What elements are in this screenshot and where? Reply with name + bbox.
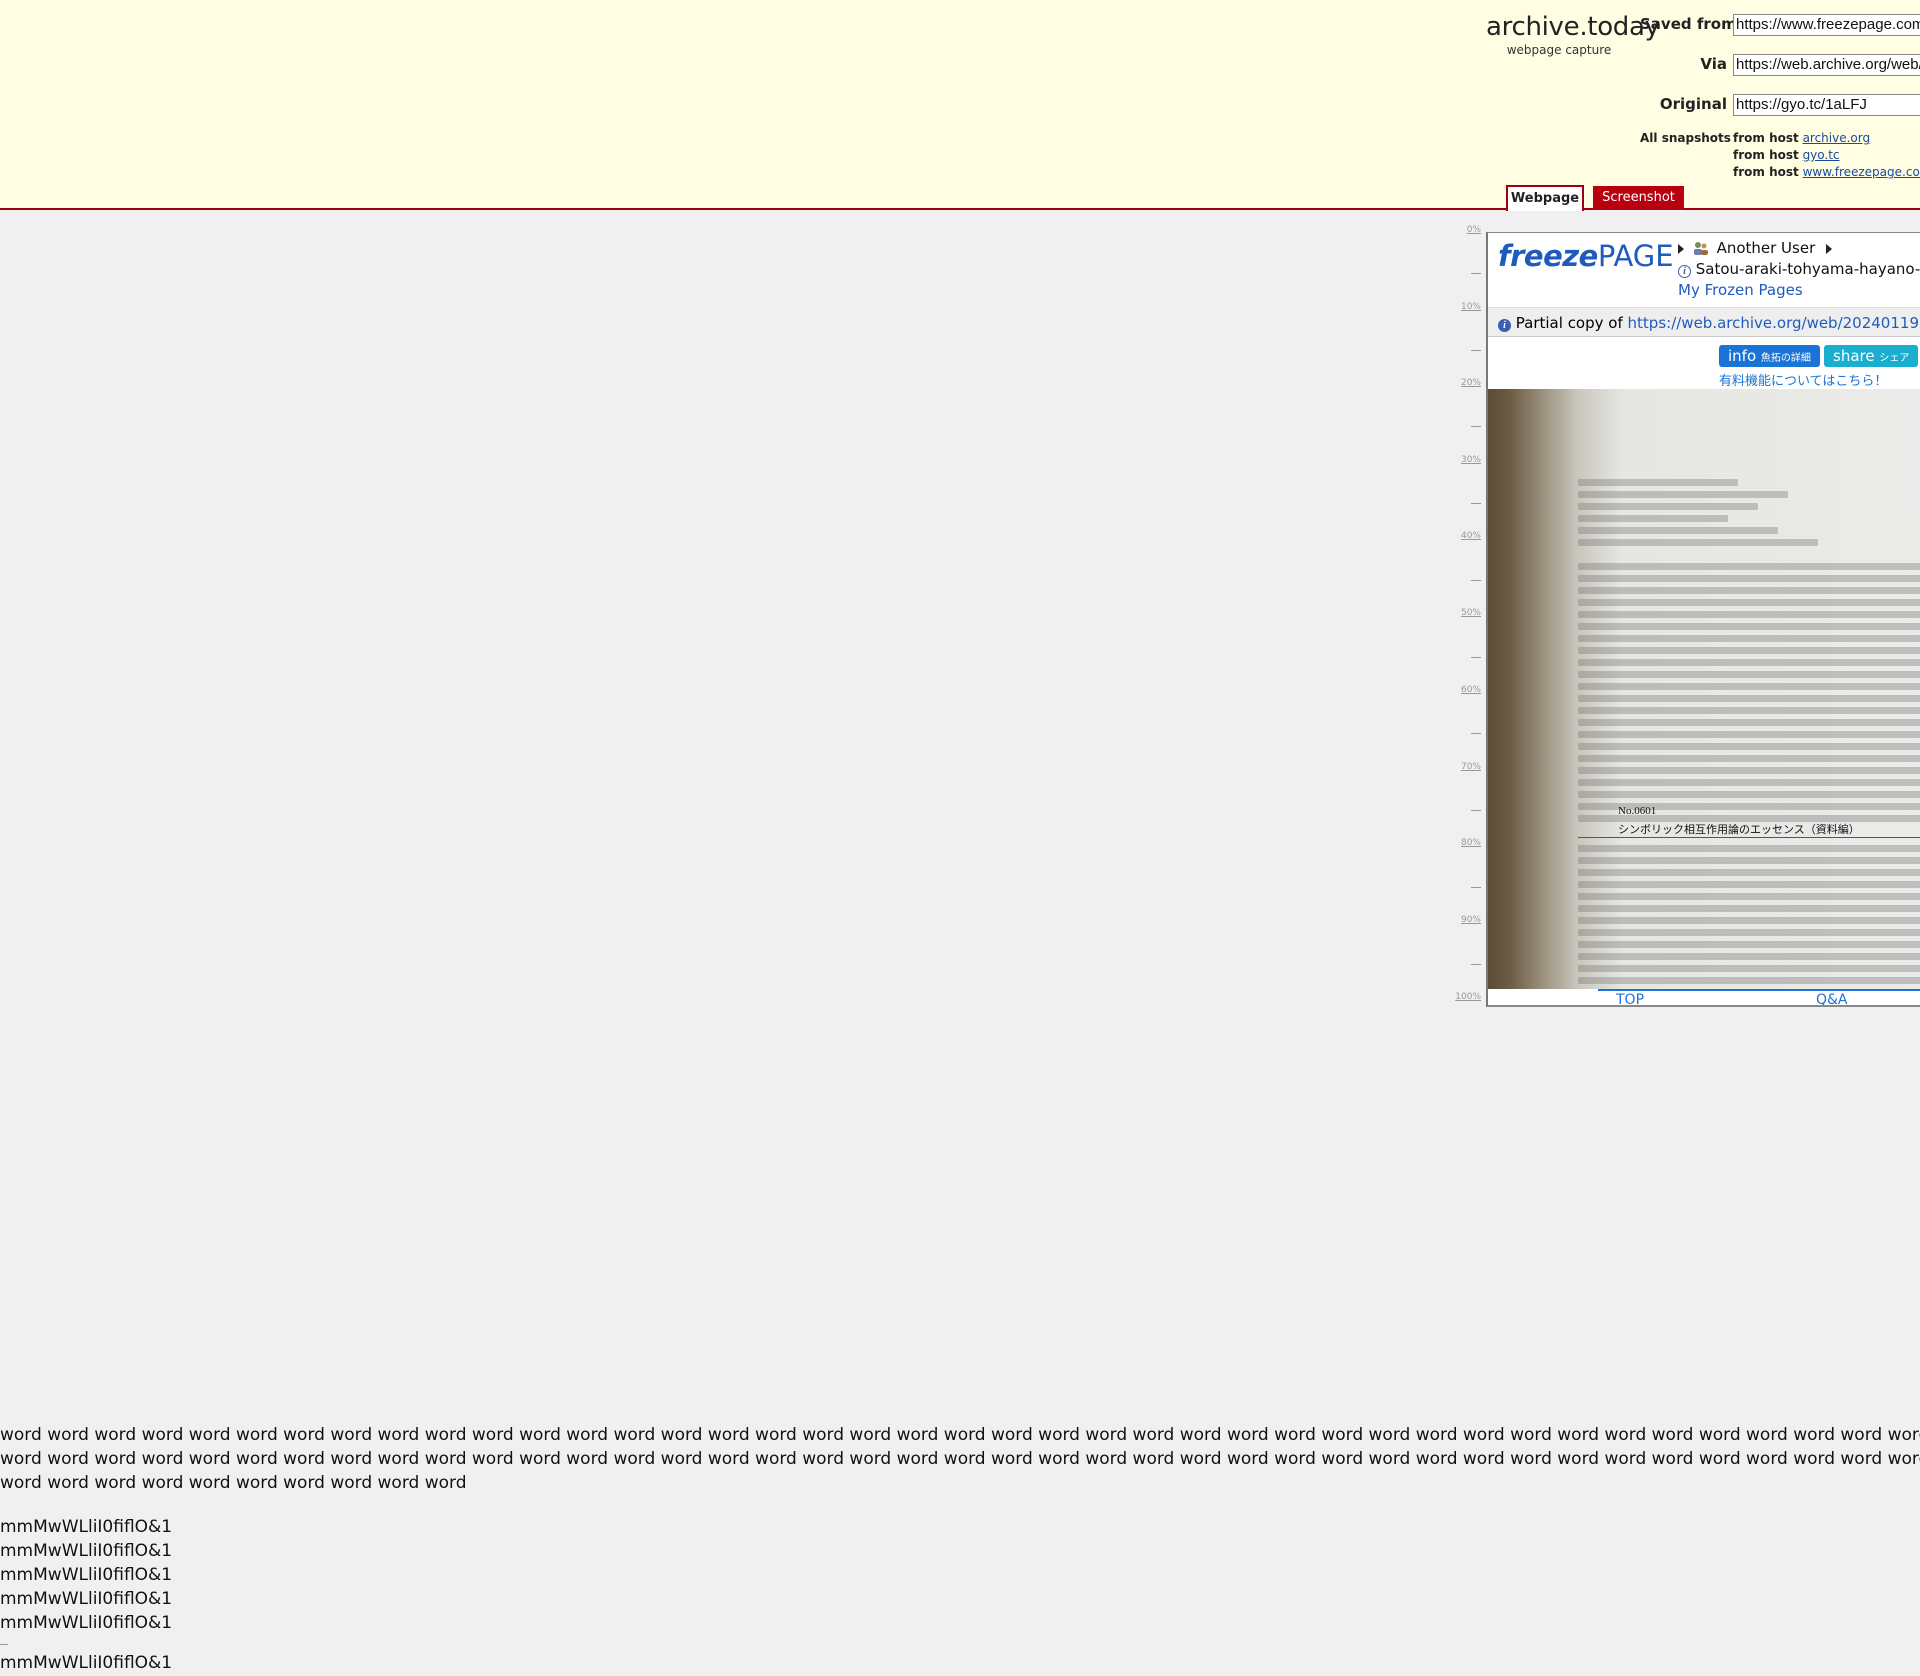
nav-top-link[interactable]: TOP xyxy=(1616,992,1644,1005)
snapshot-row-gyo-tc: from host gyo.tc xyxy=(1733,148,1840,162)
snapshot-prefix: from host xyxy=(1733,165,1799,179)
frozen-file-name: Satou-araki-tohyama-hayano-koro xyxy=(1695,260,1920,278)
word-line: word word word word word word word word … xyxy=(0,1425,1920,1445)
scanned-document-image: No.0601 シンボリック相互作用論のエッセンス（資料編） xyxy=(1488,389,1920,989)
ruler-dash xyxy=(1471,887,1481,888)
glyph-line: mmMwWLliI0fiflO&1 xyxy=(0,1653,173,1673)
file-row: i Satou-araki-tohyama-hayano-koro xyxy=(1678,260,1920,278)
glyph-line: mmMwWLliI0fiflO&1 xyxy=(0,1541,173,1561)
logo-part-page: PAGE xyxy=(1597,239,1674,273)
tab-screenshot[interactable]: Screenshot xyxy=(1593,186,1684,210)
ruler-tick[interactable]: 80% xyxy=(1451,838,1481,848)
document-info-icon: i xyxy=(1678,265,1691,278)
info-icon: i xyxy=(1498,319,1511,332)
glyph-line: mmMwWLliI0fiflO&1 xyxy=(0,1565,173,1585)
paid-features-link[interactable]: 有料機能についてはこちら！ xyxy=(1719,370,1887,389)
archive-logo-subtitle: webpage capture xyxy=(1506,43,1612,57)
ruler-tick[interactable]: 20% xyxy=(1451,378,1481,388)
ruler-tick[interactable]: 10% xyxy=(1451,302,1481,312)
info-button[interactable]: info 魚拓の詳細 xyxy=(1719,345,1820,367)
ruler-dash xyxy=(1471,810,1481,811)
glyph-line: mmMwWLliI0fiflO&1 xyxy=(0,1613,173,1633)
partial-copy-bar: i Partial copy of https://web.archive.or… xyxy=(1488,307,1920,337)
glyph-test-block: mmMwWLliI0fiflO&1 mmMwWLliI0fiflO&1 mmMw… xyxy=(0,1515,172,1675)
saved-from-label: Saved from xyxy=(1640,15,1737,33)
ruler-dash xyxy=(1471,273,1481,274)
ruler-tick[interactable]: 100% xyxy=(1451,992,1481,1002)
ruler-tick[interactable]: 30% xyxy=(1451,455,1481,465)
ruler-tick[interactable]: 50% xyxy=(1451,608,1481,618)
word-line: word word word word word word word word … xyxy=(0,1449,1920,1469)
all-snapshots-label: All snapshots xyxy=(1640,131,1731,145)
ruler-tick[interactable]: 60% xyxy=(1451,685,1481,695)
snapshot-host-link[interactable]: gyo.tc xyxy=(1803,148,1840,162)
ruler-dash xyxy=(1471,733,1481,734)
snapshot-prefix: from host xyxy=(1733,148,1799,162)
ruler-tick[interactable]: 0% xyxy=(1451,225,1481,235)
ruler-dash xyxy=(1471,426,1481,427)
share-button-sublabel: シェア xyxy=(1879,353,1910,364)
snapshot-host-link[interactable]: archive.org xyxy=(1803,131,1871,145)
archive-logo-text[interactable]: archive.today xyxy=(1486,12,1660,42)
ruler-dash xyxy=(1471,350,1481,351)
users-icon xyxy=(1693,242,1708,255)
via-label: Via xyxy=(1700,55,1727,73)
ruler-tick[interactable]: 90% xyxy=(1451,915,1481,925)
word-line: word word word word word word word word … xyxy=(0,1473,467,1493)
ruler-tick[interactable]: 70% xyxy=(1451,762,1481,772)
ruler-dash xyxy=(1471,580,1481,581)
tab-webpage[interactable]: Webpage xyxy=(1506,185,1584,211)
user-name[interactable]: Another User xyxy=(1717,239,1816,257)
separator xyxy=(0,1644,8,1645)
snapshot-host-link[interactable]: www.freezepage.com xyxy=(1803,165,1920,179)
snapshot-row-archive-org: from host archive.org xyxy=(1733,131,1870,145)
snapshot-prefix: from host xyxy=(1733,131,1799,145)
freezepage-logo[interactable]: freezePAGE xyxy=(1498,239,1674,273)
original-field[interactable]: https://gyo.tc/1aLFJ xyxy=(1733,94,1920,116)
word-paragraph: word word word word word word word word … xyxy=(0,1423,1920,1495)
share-button-label: share xyxy=(1833,347,1875,365)
archive-header: archive.today webpage capture Saved from… xyxy=(0,0,1920,211)
snapshot-row-freezepage: from host www.freezepage.com xyxy=(1733,165,1920,179)
info-button-label: info xyxy=(1728,347,1757,365)
play-triangle-icon xyxy=(1678,243,1684,254)
logo-part-freeze: freeze xyxy=(1498,239,1598,273)
my-frozen-pages-link[interactable]: My Frozen Pages xyxy=(1678,281,1803,299)
play-triangle-icon xyxy=(1826,243,1833,254)
partial-copy-link[interactable]: https://web.archive.org/web/202401190110… xyxy=(1628,314,1920,332)
ruler-dash xyxy=(1471,503,1481,504)
ruler-dash xyxy=(1471,657,1481,658)
archive-brand[interactable]: archive.today webpage capture xyxy=(1486,12,1660,57)
nav-qa-link[interactable]: Q&A xyxy=(1816,992,1848,1005)
user-row: Another User xyxy=(1678,239,1833,257)
via-field[interactable]: https://web.archive.org/web/2 xyxy=(1733,54,1920,76)
info-button-sublabel: 魚拓の詳細 xyxy=(1760,353,1811,364)
original-label: Original xyxy=(1659,95,1727,113)
ruler-dash xyxy=(1471,964,1481,965)
document-number: No.0601 xyxy=(1618,805,1657,817)
glyph-line: mmMwWLliI0fiflO&1 xyxy=(0,1589,173,1609)
share-button[interactable]: share シェア xyxy=(1824,345,1919,367)
freezepage-bottom-nav: TOP Q&A xyxy=(1488,989,1920,1005)
glyph-line: mmMwWLliI0fiflO&1 xyxy=(0,1517,173,1537)
document-title: シンボリック相互作用論のエッセンス（資料編） xyxy=(1618,824,1860,836)
saved-from-field[interactable]: https://www.freezepage.com/ xyxy=(1733,14,1920,36)
ruler-tick[interactable]: 40% xyxy=(1451,531,1481,541)
partial-copy-label: Partial copy of xyxy=(1515,314,1623,332)
archived-page-frame: freezePAGE Another User i Satou-araki-to… xyxy=(1486,232,1920,1007)
